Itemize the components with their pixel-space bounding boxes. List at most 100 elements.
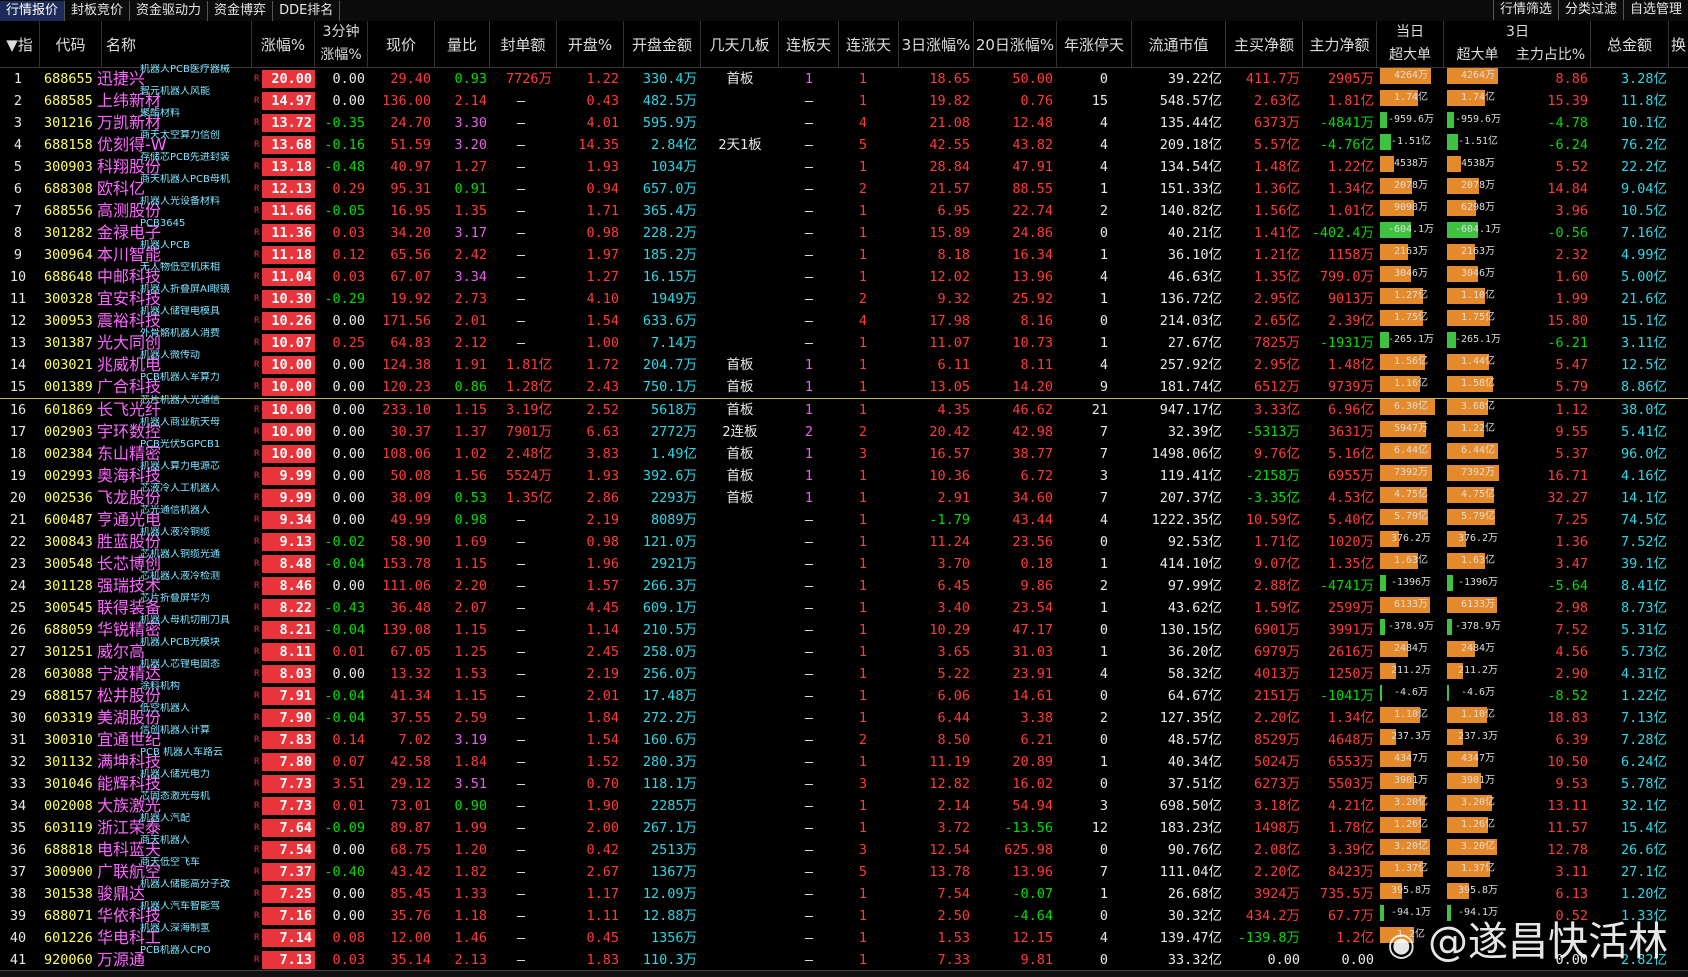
table-row[interactable]: 17 002903 宇环数控 机器人商业航天母 0.00 30.37 1.37 7901万 6.… (0, 417, 1688, 443)
tab-capital-drive[interactable]: 资金驱动力 (130, 0, 209, 21)
header-limit-days[interactable]: 连板天 (779, 21, 839, 67)
header-float-mcap[interactable]: 流通市值 (1132, 21, 1226, 67)
year-limit-cell: 0 (1099, 534, 1108, 550)
header-pct-3d[interactable]: 3日涨幅% (899, 21, 974, 67)
header-3d-main-ratio[interactable]: 主力占比% (1511, 21, 1591, 67)
table-row[interactable]: 21 600487 亨通光电 芯光通信机器人 0.00 49.99 0.98–2.19 808… (0, 505, 1688, 531)
bottom-scrollbar[interactable] (0, 970, 1688, 977)
table-row[interactable]: 15 001389 广合科技 PCB机器人军算力 0.00 120.23 0.86 1.28亿… (0, 372, 1688, 398)
pct-change-badge: 10.00 (262, 356, 315, 374)
table-row[interactable]: 20 002536 飞龙股份 芯液冷人工机器人 0.00 38.09 0.53 1.35亿 2.… (0, 483, 1688, 509)
margin-trading-mark: R (254, 184, 260, 194)
tab-seal-auction[interactable]: 封板竞价 (65, 0, 131, 21)
m3-cell: 0.00 (332, 379, 365, 395)
bar-label: 2484万 (1393, 643, 1429, 654)
table-row[interactable]: 27 301251 威尔高 机器人PCB光模块 0.01 67.05 1.25–2.45 25… (0, 637, 1688, 663)
header-open-pct[interactable]: 开盘% (557, 21, 624, 67)
open-amt-cell: 256.0万 (642, 666, 697, 682)
table-row[interactable]: 1 688655 迅捷兴 机器人PCB医疗器械 0.00 29.40 0.93 7726万 1.… (0, 64, 1688, 90)
table-row[interactable]: 38 301538 骏鼎达 机器人储能高分子改 0.00 85.45 1.33–1.17 12… (0, 879, 1688, 905)
table-row[interactable]: 30 603319 美湖股份 低空机器人 -0.04 37.55 2.59–1.84 272.… (0, 703, 1688, 729)
header-seal-amount[interactable]: 封单额 (490, 21, 557, 67)
bar-label: 6133万 (1460, 599, 1496, 610)
m3-cell: 0.00 (332, 666, 365, 682)
header-year-limit-days[interactable]: 年涨停天 (1057, 21, 1132, 67)
table-row[interactable]: 37 300900 广联航空 商天低空飞车 -0.40 43.42 1.82–2.67 136… (0, 857, 1688, 883)
table-row[interactable]: 12 300953 震裕科技 机器人储锂电模具 0.00 171.56 2.01–1.54 6… (0, 306, 1688, 332)
header-main-net[interactable]: 主力净额 (1303, 21, 1377, 67)
table-row[interactable]: 24 301128 强瑞技术 芯机器人液冷检测 0.00 111.06 2.20–1.57 2… (0, 571, 1688, 597)
table-row[interactable]: 2 688585 上纬新材 智元机器人风能 0.00 136.00 2.14–0.43 482… (0, 86, 1688, 112)
up-days-cell: 1 (858, 93, 868, 109)
table-row[interactable]: 5 300903 科翔股份 存储芯PCB先进封装 -0.48 40.97 1.27–1.93… (0, 152, 1688, 178)
tab-quote-filter[interactable]: 行情筛选 (1492, 0, 1558, 20)
ratio-cell: 1.99 (1555, 291, 1588, 307)
table-row[interactable]: 36 688818 电科蓝天 商天机器人 0.00 68.75 1.20–0.42 2513万… (0, 835, 1688, 861)
mcap-cell: 127.35亿 (1159, 710, 1222, 726)
table-row[interactable]: 33 301046 能辉科技 机器人储光电力 3.51 29.12 3.51–0.70 118… (0, 769, 1688, 795)
seal-cell: – (516, 930, 526, 946)
concept-tag: 无人物低空机床相 (140, 262, 220, 273)
header-total-amount[interactable]: 总金额 (1591, 21, 1669, 67)
mcap-cell: 1498.06亿 (1151, 446, 1222, 462)
table-row[interactable]: 22 300843 胜蓝股份 机器人液冷铜缆 -0.02 58.90 1.69–0.98 12… (0, 527, 1688, 553)
tab-category-filter[interactable]: 分类过滤 (1557, 0, 1623, 20)
header-main-buy-net[interactable]: 主买净额 (1226, 21, 1303, 67)
tab-watchlist-manage[interactable]: 自选管理 (1622, 0, 1688, 20)
today-superlarge-bar: -378.9万 (1380, 619, 1442, 635)
table-row[interactable]: 23 300548 长芯博创 芯机器人铜缆光通 -0.04 153.78 1.15–1.96… (0, 549, 1688, 575)
open-pct-cell: 1.11 (586, 908, 619, 924)
bar-label: 9098万 (1393, 202, 1429, 213)
header-days-boards[interactable]: 几天几板 (701, 21, 779, 67)
header-price[interactable]: 现价 (368, 21, 435, 67)
header-up-days[interactable]: 连涨天 (839, 21, 899, 67)
table-row[interactable]: 34 002008 大族激光 芯固态激光母机 0.01 73.01 0.90–1.90 228… (0, 791, 1688, 817)
pct20-cell: 13.96 (1012, 864, 1053, 880)
ratio-cell: 15.80 (1547, 313, 1588, 329)
table-row[interactable]: 18 002384 东山精密 PCB光伏5GPCB1 0.00 108.06 1.02 2.4… (0, 439, 1688, 465)
header-3d-superlarge[interactable]: 3日 超大单 (1444, 21, 1529, 67)
header-pct-20d[interactable]: 20日涨幅% (974, 21, 1057, 67)
table-row[interactable]: 29 688157 松井股份 涂料机构 -0.04 41.34 1.15–2.01 17.48… (0, 681, 1688, 707)
table-row[interactable]: 25 300545 联得装备 芯片折叠屏华为 -0.43 36.48 2.07–4.45 60… (0, 593, 1688, 619)
table-row[interactable]: 26 688059 华锐精密 机器人母机切削刀具 -0.04 139.08 1.15–1.1… (0, 615, 1688, 641)
table-row[interactable]: 7 688556 高测股份 机器人光设备材料 -0.05 16.95 1.35–1.71 36… (0, 196, 1688, 222)
table-row[interactable]: 8 301282 金禄电子 PCB3645 0.03 34.20 3.17–0.98 228.… (0, 218, 1688, 244)
header-turnover[interactable]: 换 (1669, 21, 1688, 67)
vol-ratio-cell: 1.15 (454, 556, 487, 572)
pct20-cell: 16.02 (1012, 776, 1053, 792)
table-row[interactable]: 9 300964 本川智能 机器人PCB 0.12 65.56 2.42–1.97 185.2… (0, 240, 1688, 266)
year-limit-cell: 7 (1099, 424, 1108, 440)
table-row[interactable]: 10 688648 中邮科技 无人物低空机床相 0.03 67.07 3.34–1.27 16… (0, 262, 1688, 288)
table-row[interactable]: 16 601869 长飞光纤 芯片机器人光通信 0.00 233.10 1.15 3.19亿 2… (0, 395, 1688, 421)
table-row[interactable]: 11 300328 宜安科技 机器人折叠屏AI眼镜 -0.29 19.92 2.73–4.1… (0, 284, 1688, 310)
table-row[interactable]: 6 688308 欧科亿 商天机器人PCB母机 0.29 95.31 0.91–0.94 65… (0, 174, 1688, 200)
header-name[interactable]: 名称 (102, 21, 252, 67)
table-row[interactable]: 28 603088 宁波精达 机器人芯锂电固态 0.00 13.32 1.53–2.19 25… (0, 659, 1688, 685)
header-index[interactable]: ▼指 (0, 21, 40, 67)
tab-capital-game[interactable]: 资金博弈 (208, 0, 274, 21)
tab-market-quote[interactable]: 行情报价 (0, 0, 66, 21)
header-code[interactable]: 代码 (40, 21, 102, 67)
table-row[interactable]: 32 301132 满坤科技 PCB 机器人车路云 0.07 42.58 1.84–1.52… (0, 747, 1688, 773)
m3-cell: 0.00 (332, 446, 365, 462)
idx-cell: 26 (9, 622, 27, 638)
header-pct[interactable]: 涨幅% (252, 21, 315, 67)
table-row[interactable]: 35 603119 浙江荣泰 机器人汽配 -0.09 89.87 1.99–2.00 267.… (0, 813, 1688, 839)
up-days-cell: 1 (858, 578, 868, 594)
total-cell: 96.0亿 (1620, 446, 1667, 462)
table-row[interactable]: 14 003021 兆威机电 机器人微传动 0.00 124.38 1.91 1.81亿 1.7… (0, 350, 1688, 376)
header-open-amount[interactable]: 开盘金额 (624, 21, 701, 67)
pct3-cell: 1.53 (937, 930, 970, 946)
year-limit-cell: 1 (1099, 556, 1108, 572)
table-row[interactable]: 3 301216 万凯新材 聚酯材料 -0.35 24.70 3.30–4.01 595.9万… (0, 108, 1688, 134)
header-vol-ratio[interactable]: 量比 (435, 21, 490, 67)
header-3min[interactable]: 3分钟 涨幅% (315, 21, 368, 67)
table-row[interactable]: 31 300310 宜通世纪 信创机器人计算 0.14 7.02 3.19–1.54 160.… (0, 725, 1688, 751)
header-today-superlarge[interactable]: 当日 超大单 (1377, 21, 1444, 67)
tab-dde-rank[interactable]: DDE排名 (273, 0, 341, 21)
pct-change-badge: 7.37 (262, 863, 315, 881)
table-row[interactable]: 13 301387 光大同创 外骨骼机器人消费 0.25 64.83 2.12–1.00 7.… (0, 328, 1688, 354)
table-row[interactable]: 4 688158 优刻得-W 商天太空算力信创 -0.16 51.59 3.20–14.35… (0, 130, 1688, 156)
table-row[interactable]: 19 002993 奥海科技 机器人算力电源芯 0.00 50.08 1.56 5524万 1.… (0, 461, 1688, 487)
